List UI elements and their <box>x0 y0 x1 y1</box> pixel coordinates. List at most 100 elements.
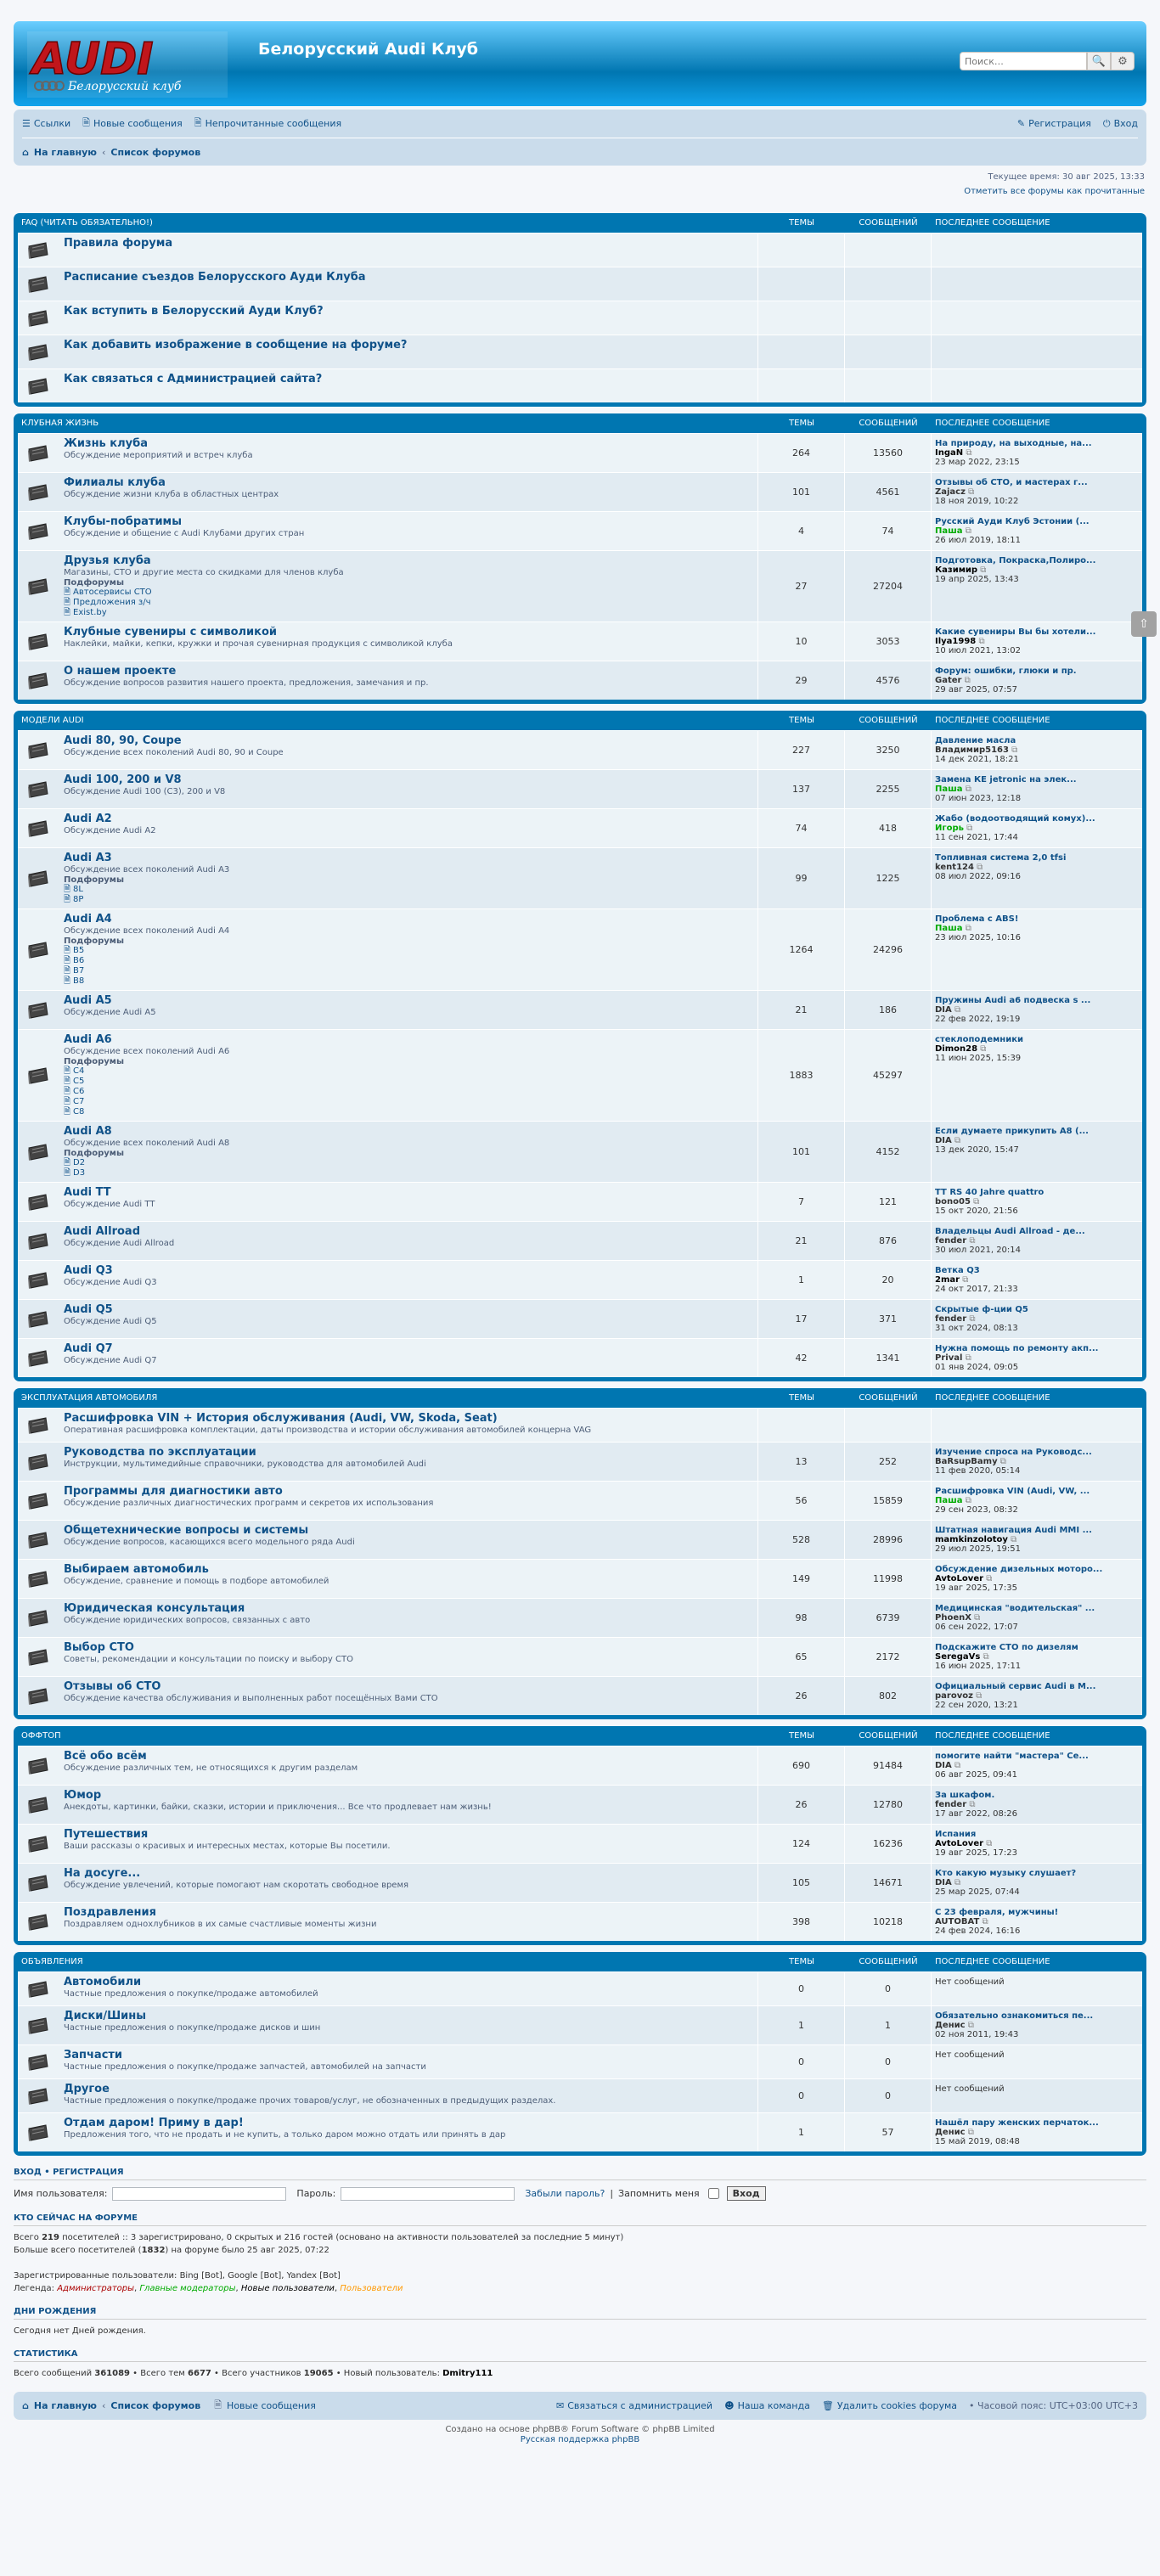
view-latest-icon[interactable]: ⧉ <box>1011 1535 1016 1544</box>
view-latest-icon[interactable]: ⧉ <box>983 1652 988 1662</box>
forum-title-link[interactable]: Audi A5 <box>64 994 754 1007</box>
footer-forum-list-link[interactable]: Список форумов <box>110 2400 200 2411</box>
view-latest-icon[interactable]: ⧉ <box>965 676 971 685</box>
view-latest-icon[interactable]: ⧉ <box>954 1878 960 1887</box>
forum-title-link[interactable]: Выбор СТО <box>64 1641 754 1654</box>
view-latest-icon[interactable]: ⧉ <box>1011 745 1017 755</box>
forum-title-link[interactable]: Автомобили <box>64 1976 754 1988</box>
forum-title-link[interactable]: Путешествия <box>64 1828 754 1841</box>
forum-title-link[interactable]: Как добавить изображение в сообщение на … <box>64 339 754 352</box>
last-post-title[interactable]: Обязательно ознакомиться пе... <box>935 2011 1139 2021</box>
last-post-title[interactable]: Отзывы об СТО, и мастерах г... <box>935 478 1139 487</box>
view-latest-icon[interactable]: ⧉ <box>968 2128 974 2137</box>
last-post-author[interactable]: Денис <box>935 2021 966 2030</box>
subforum-link[interactable]: 🗎 8L <box>64 885 754 895</box>
advanced-search-button[interactable]: ⚙ <box>1111 52 1135 70</box>
forum-title-link[interactable]: Audi Q3 <box>64 1264 754 1277</box>
quick-links-menu[interactable]: ☰ Ссылки <box>22 118 70 129</box>
last-post-title[interactable]: Медицинская "водительская" ... <box>935 1604 1139 1613</box>
last-post-title[interactable]: Кто какую музыку слушает? <box>935 1869 1139 1878</box>
view-latest-icon[interactable]: ⧉ <box>954 1761 960 1770</box>
last-post-author[interactable]: parovoz <box>935 1691 973 1701</box>
forum-title-link[interactable]: Расписание съездов Белорусского Ауди Клу… <box>64 271 754 284</box>
last-post-author[interactable]: DIA <box>935 1005 952 1015</box>
forum-title-link[interactable]: На досуге... <box>64 1867 754 1880</box>
last-post-author[interactable]: Паша <box>935 785 963 794</box>
forum-title-link[interactable]: Друзья клуба <box>64 554 754 567</box>
forum-title-link[interactable]: О нашем проекте <box>64 665 754 678</box>
last-post-author[interactable]: AvtoLover <box>935 1574 983 1583</box>
mark-all-read-link[interactable]: Отметить все форумы как прочитанные <box>14 187 1145 196</box>
last-post-title[interactable]: Испания <box>935 1830 1139 1839</box>
russian-support-link[interactable]: Русская поддержка phpBB <box>521 2435 639 2444</box>
forum-title-link[interactable]: Audi Allroad <box>64 1225 754 1238</box>
online-heading[interactable]: КТО СЕЙЧАС НА ФОРУМЕ <box>14 2213 1146 2226</box>
forum-title-link[interactable]: Audi 100, 200 и V8 <box>64 773 754 786</box>
view-latest-icon[interactable]: ⧉ <box>982 1917 988 1926</box>
view-latest-icon[interactable]: ⧉ <box>977 863 983 872</box>
last-post-author[interactable]: mamkinzolotoy <box>935 1535 1008 1544</box>
view-latest-icon[interactable]: ⧉ <box>954 1005 960 1015</box>
view-latest-icon[interactable]: ⧉ <box>978 637 984 646</box>
forum-title-link[interactable]: Общетехнические вопросы и системы <box>64 1524 754 1537</box>
delete-cookies-link[interactable]: 🗑 Удалить cookies форума <box>822 2400 957 2411</box>
last-post-author[interactable]: Prival <box>935 1353 962 1363</box>
forum-title-link[interactable]: Поздравления <box>64 1906 754 1919</box>
login-heading[interactable]: ВХОД • РЕГИСТРАЦИЯ <box>14 2168 1146 2180</box>
login-button[interactable]: Вход <box>726 2186 766 2201</box>
last-post-title[interactable]: За шкафом. <box>935 1791 1139 1800</box>
last-post-title[interactable]: Ветка Q3 <box>935 1266 1139 1275</box>
forum-title-link[interactable]: Жизнь клуба <box>64 437 754 450</box>
forum-title-link[interactable]: Юридическая консультация <box>64 1602 754 1615</box>
last-post-title[interactable]: Проблема с ABS! <box>935 914 1139 924</box>
view-latest-icon[interactable]: ⧉ <box>969 1236 975 1246</box>
login-link[interactable]: ⏻ Вход <box>1103 118 1138 130</box>
last-post-author[interactable]: Денис <box>935 2128 966 2137</box>
forum-title-link[interactable]: Запчасти <box>64 2049 754 2061</box>
view-latest-icon[interactable]: ⧉ <box>976 1691 982 1701</box>
view-latest-icon[interactable]: ⧉ <box>966 924 971 933</box>
forum-title-link[interactable]: Клубы-побратимы <box>64 515 754 528</box>
last-post-title[interactable]: Нужна помощь по ремонту акп... <box>935 1344 1139 1353</box>
last-post-author[interactable]: fender <box>935 1800 966 1809</box>
search-button[interactable]: 🔍 <box>1087 52 1111 70</box>
subforum-link[interactable]: 🗎 Автосервисы СТО <box>64 588 754 598</box>
view-latest-icon[interactable]: ⧉ <box>966 1353 971 1363</box>
last-post-author[interactable]: fender <box>935 1236 966 1246</box>
category-title[interactable]: ЭКСПЛУАТАЦИЯ АВТОМОБИЛЯ <box>18 1393 758 1403</box>
view-latest-icon[interactable]: ⧉ <box>966 824 972 833</box>
last-post-title[interactable]: Топливная система 2,0 tfsi <box>935 853 1139 863</box>
view-latest-icon[interactable]: ⧉ <box>973 1197 979 1206</box>
remember-checkbox[interactable] <box>707 2188 719 2199</box>
last-post-title[interactable]: Изучение спроса на Руководс... <box>935 1448 1139 1457</box>
subforum-link[interactable]: 🗎 C6 <box>64 1087 754 1097</box>
last-post-title[interactable]: Скрытые ф-ции Q5 <box>935 1305 1139 1314</box>
view-latest-icon[interactable]: ⧉ <box>968 487 974 497</box>
last-post-title[interactable]: помогите найти "мастера" Се... <box>935 1752 1139 1761</box>
forum-title-link[interactable]: Другое <box>64 2083 754 2095</box>
view-latest-icon[interactable]: ⧉ <box>966 785 971 794</box>
last-post-title[interactable]: С 23 февраля, мужчины! <box>935 1908 1139 1917</box>
subforum-link[interactable]: 🗎 D3 <box>64 1168 754 1178</box>
view-latest-icon[interactable]: ⧉ <box>986 1839 992 1848</box>
last-post-author[interactable]: Паша <box>935 924 963 933</box>
forum-title-link[interactable]: Программы для диагностики авто <box>64 1485 754 1498</box>
last-post-title[interactable]: Расшифровка VIN (Audi, VW, ... <box>935 1487 1139 1496</box>
forum-title-link[interactable]: Audi A3 <box>64 852 754 864</box>
unread-posts-link[interactable]: 🗎 Непрочитанные сообщения <box>194 115 341 132</box>
subforum-link[interactable]: 🗎 B7 <box>64 966 754 976</box>
last-post-title[interactable]: Подскажите СТО по дизелям <box>935 1643 1139 1652</box>
category-title[interactable]: ОФФТОП <box>18 1731 758 1741</box>
last-post-title[interactable]: Какие сувениры Вы бы хотели... <box>935 627 1139 637</box>
forum-title-link[interactable]: Audi A6 <box>64 1033 754 1046</box>
forum-title-link[interactable]: Юмор <box>64 1789 754 1802</box>
last-post-author[interactable]: Владимир5163 <box>935 745 1009 755</box>
view-latest-icon[interactable]: ⧉ <box>968 2021 974 2030</box>
subforum-link[interactable]: 🗎 C7 <box>64 1097 754 1107</box>
last-post-title[interactable]: Нашёл пару женских перчаток... <box>935 2118 1139 2128</box>
category-title[interactable]: КЛУБНАЯ ЖИЗНЬ <box>18 419 758 428</box>
view-latest-icon[interactable]: ⧉ <box>962 1275 968 1285</box>
last-post-author[interactable]: fender <box>935 1314 966 1324</box>
last-post-author[interactable]: DIA <box>935 1761 952 1770</box>
breadcrumb-home[interactable]: На главную <box>34 147 97 158</box>
